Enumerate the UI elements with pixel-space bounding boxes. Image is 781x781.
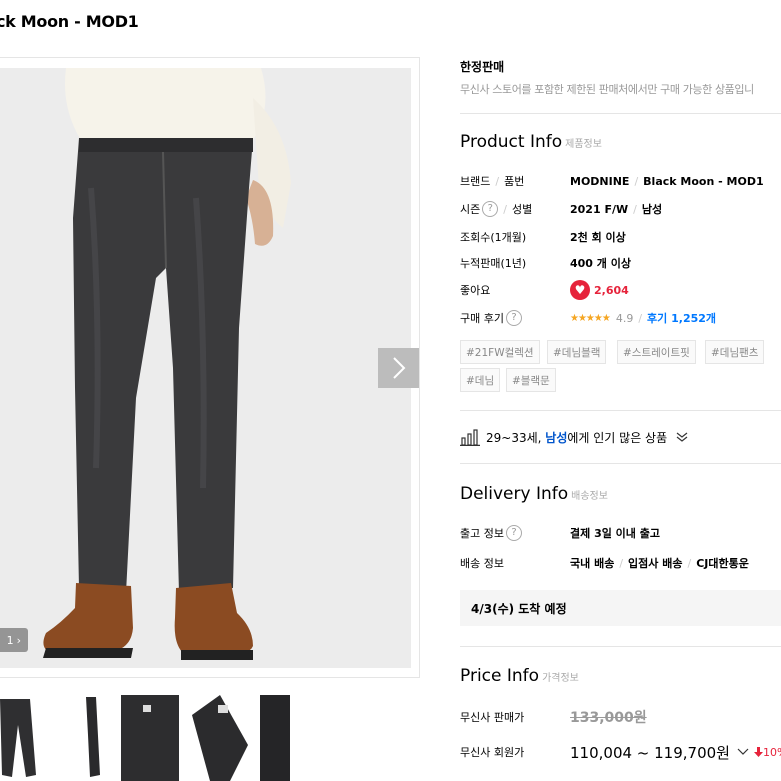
delivery-info-heading: Delivery Info 배송정보 [460, 484, 608, 504]
ship-carrier: CJ대한통운 [696, 557, 749, 570]
product-info-subtitle: 제품정보 [565, 139, 602, 150]
season-value: 2021 F/W [570, 202, 629, 216]
release-row: 출고 정보? 결제 3일 이내 출고 [460, 523, 660, 543]
divider [460, 646, 781, 647]
release-value: 결제 3일 이내 출고 [570, 527, 660, 540]
sales-label: 누적판매(1년) [460, 257, 527, 270]
chevron-down-icon [676, 432, 688, 442]
delivery-info-subtitle: 배송정보 [571, 491, 608, 502]
member-price: 110,004 ~ 119,700원 [570, 743, 730, 762]
chevron-right-icon [392, 357, 405, 379]
season-row: 시즌? / 성별 2021 F/W / 남성 [460, 201, 663, 217]
likes-row: 좋아요 ♥ 2,604 [460, 280, 629, 300]
tag-item[interactable]: #데님팬츠 [705, 340, 765, 364]
counter-chevron-icon: › [16, 633, 21, 647]
thumbnail-1[interactable] [0, 695, 50, 781]
gender-value: 남성 [641, 203, 663, 216]
review-label: 구매 후기 [460, 312, 504, 325]
ship-vendor: 입점사 배송 [628, 557, 683, 570]
star-rating-icon: ★★★★★ [570, 312, 611, 324]
item-no: Black Moon - MOD1 [643, 174, 764, 188]
shipping-row: 배송 정보 국내 배송 / 입점사 배송 / CJ대한통운 [460, 556, 749, 571]
product-info-title: Product Info [460, 132, 563, 152]
price-info-subtitle: 가격정보 [542, 673, 579, 684]
tag-item[interactable]: #데님 [460, 368, 501, 392]
thumbnail-4[interactable] [190, 695, 250, 781]
popular-gender: 남성 [545, 430, 568, 445]
likes-label: 좋아요 [460, 284, 491, 297]
ship-domestic: 국내 배송 [570, 557, 615, 570]
page-title: ck Moon - MOD1 [0, 12, 139, 31]
brand-label: 브랜드 [460, 175, 491, 188]
shipping-label: 배송 정보 [460, 557, 504, 570]
likes-count: 2,604 [594, 283, 629, 297]
price-info-heading: Price Info 가격정보 [460, 666, 579, 686]
thumbnail-image [0, 699, 36, 777]
rating-value: 4.9 [615, 311, 634, 325]
divider [460, 113, 781, 114]
price-info-title: Price Info [460, 666, 540, 686]
discount-rate: 10% [762, 745, 781, 759]
arrival-estimate: 4/3(수) 도착 예정 [460, 590, 781, 626]
release-help-icon[interactable]: ? [505, 525, 522, 541]
chevron-down-icon[interactable] [736, 747, 750, 757]
popular-age: 29~33세, [486, 430, 542, 445]
popular-with-row[interactable]: 29~33세, 남성 에게 인기 많은 상품 [460, 428, 689, 446]
sale-price-label: 무신사 판매가 [460, 711, 525, 724]
thumbnail-image [192, 695, 248, 781]
review-row: 구매 후기? ★★★★★ 4.9/후기 1,252개 [460, 310, 717, 326]
views-label: 조회수(1개월) [460, 231, 527, 244]
main-image-frame [0, 57, 420, 678]
arrow-down-icon [753, 747, 763, 757]
image-counter-value: 1 [6, 633, 14, 647]
product-main-image [0, 68, 411, 668]
tag-item[interactable]: #데님블랙 [547, 340, 607, 364]
popular-suffix: 에게 인기 많은 상품 [567, 430, 668, 445]
next-image-button[interactable] [378, 348, 419, 388]
thumbnail-3[interactable] [121, 695, 181, 781]
gender-label: 성별 [511, 203, 533, 216]
member-price-row: 무신사 회원가 110,004 ~ 119,700원 10% [460, 742, 781, 762]
limited-sale-description: 무신사 스토어를 포함한 제한된 판매처에서만 구매 가능한 상품입니 [460, 83, 754, 96]
thumbnail-image [86, 697, 100, 777]
tag-item[interactable]: #스트레이트핏 [617, 340, 696, 364]
thumbnail-strip [0, 695, 320, 781]
thumbnail-2[interactable] [62, 695, 122, 781]
item-no-label: 품번 [504, 175, 525, 188]
tag-item[interactable]: #21FW컬렉션 [460, 340, 540, 364]
sales-value: 400 개 이상 [570, 257, 631, 270]
thumbnail-5[interactable] [258, 695, 318, 781]
brand-row: 브랜드 / 품번 MODNINE / Black Moon - MOD1 [460, 174, 764, 189]
tag-item[interactable]: #블랙문 [506, 368, 556, 392]
review-help-icon[interactable]: ? [505, 310, 522, 326]
discount-badge: 10% [753, 745, 781, 759]
original-price: 133,000원 [570, 710, 647, 726]
product-info-heading: Product Info 제품정보 [460, 132, 602, 152]
divider [460, 463, 781, 464]
bar-chart-icon [460, 429, 480, 446]
brand-link[interactable]: MODNINE [570, 175, 629, 188]
season-help-icon[interactable]: ? [482, 201, 499, 217]
season-label: 시즌 [460, 203, 481, 216]
sales-row: 누적판매(1년) 400 개 이상 [460, 253, 631, 273]
member-price-label: 무신사 회원가 [460, 746, 525, 759]
views-row: 조회수(1개월) 2천 회 이상 [460, 227, 626, 247]
sale-price-row: 무신사 판매가 133,000원 [460, 707, 647, 727]
delivery-info-title: Delivery Info [460, 484, 569, 504]
limited-sale-title: 한정판매 [460, 60, 505, 74]
review-count-link[interactable]: 후기 1,252개 [647, 310, 716, 326]
divider [460, 410, 781, 411]
release-label: 출고 정보 [460, 527, 504, 540]
thumbnail-image [260, 695, 290, 781]
views-value: 2천 회 이상 [570, 231, 626, 244]
thumbnail-image [121, 695, 179, 781]
heart-icon[interactable]: ♥ [570, 280, 590, 300]
image-counter[interactable]: 1 › [0, 628, 28, 652]
jeans-photo [0, 68, 411, 668]
